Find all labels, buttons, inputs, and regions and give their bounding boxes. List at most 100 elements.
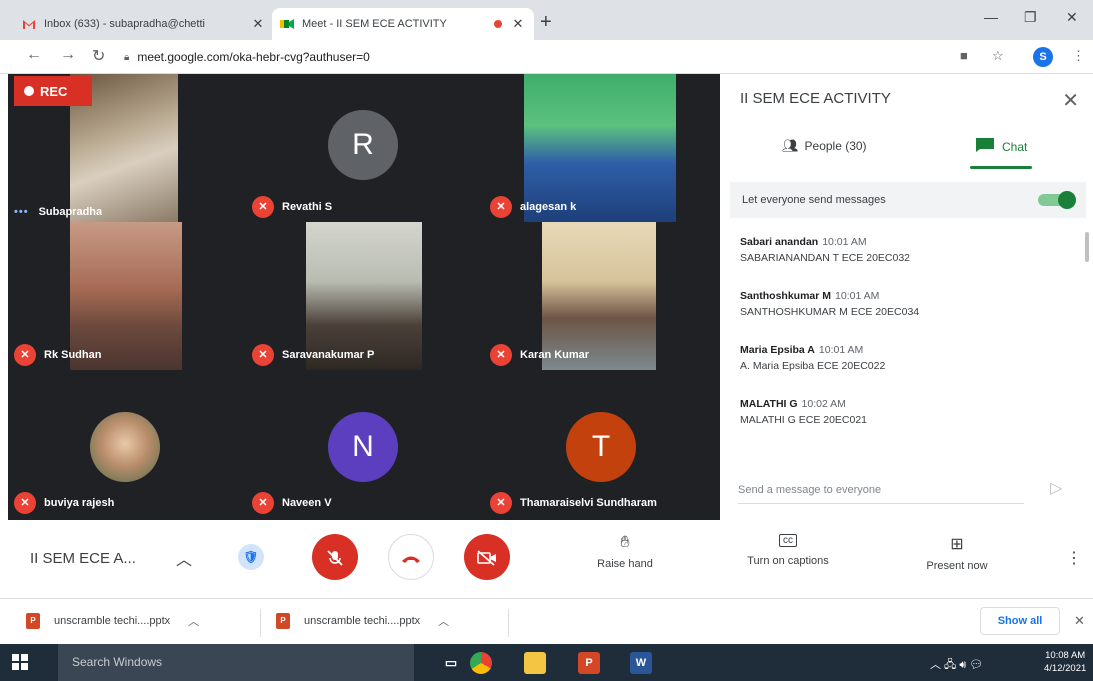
task-view-icon[interactable]: ▭: [440, 652, 462, 674]
download-filename: unscramble techi....pptx: [54, 615, 171, 627]
chat-message: MALATHI G 10:02 AM MALATHI G ECE 20EC021: [740, 396, 1070, 428]
close-downloads-icon[interactable]: ✕: [1074, 613, 1085, 629]
forward-icon[interactable]: →: [60, 46, 76, 64]
url-text: meet.google.com/oka-hebr-cvg?authuser=0: [137, 50, 370, 64]
send-permission-label: Let everyone send messages: [742, 194, 886, 206]
leave-call-button[interactable]: [388, 534, 434, 580]
message-time: 10:01 AM: [818, 344, 864, 356]
participant-tile[interactable]: ✕ Karan Kumar: [484, 222, 720, 370]
minimize-icon[interactable]: —: [984, 9, 998, 25]
download-item[interactable]: P unscramble techi....pptx ︿: [276, 613, 449, 629]
profile-avatar[interactable]: S: [1033, 47, 1053, 67]
clock-time: 10:08 AM: [1045, 650, 1086, 661]
close-tab-icon[interactable]: ✕: [510, 16, 526, 32]
powerpoint-file-icon: P: [26, 613, 40, 629]
video-grid: ••• Subapradha R ✕ Revathi S ✕ alagesan …: [8, 74, 720, 520]
participant-label: ✕ alagesan k: [490, 196, 576, 218]
participant-tile[interactable]: T ✕ Thamaraiselvi Sundharam: [484, 370, 720, 518]
chat-scrollbar[interactable]: [1085, 232, 1089, 262]
new-tab-button[interactable]: +: [540, 11, 552, 34]
chevron-up-icon[interactable]: ︿: [188, 613, 199, 629]
chat-icon: [976, 138, 994, 155]
participant-label: ✕ Karan Kumar: [490, 344, 589, 366]
url-bar[interactable]: 🔒︎ meet.google.com/oka-hebr-cvg?authuser…: [124, 44, 924, 70]
chrome-icon[interactable]: [470, 652, 492, 674]
participant-avatar: R: [328, 110, 398, 180]
chat-message: Maria Epsiba A 10:01 AM A. Maria Epsiba E…: [740, 342, 1070, 374]
participant-label: ••• Subapradha: [14, 206, 102, 218]
powerpoint-file-icon: P: [276, 613, 290, 629]
present-now-button[interactable]: ⊞ Present now: [912, 534, 1002, 572]
lock-icon: 🔒︎: [124, 51, 130, 63]
send-permission-row: Let everyone send messages: [730, 182, 1086, 218]
message-time: 10:01 AM: [822, 236, 867, 248]
recording-icon: [494, 20, 502, 28]
participant-name: alagesan k: [520, 201, 577, 213]
chevron-up-icon[interactable]: ︿: [438, 613, 449, 629]
taskbar-clock[interactable]: 10:08 AM 4/12/2021: [1044, 649, 1086, 675]
message-sender: Sabari anandan: [740, 236, 819, 248]
message-text: MALATHI G ECE 20EC021: [740, 414, 868, 426]
close-panel-icon[interactable]: ✕: [1062, 88, 1079, 113]
panel-title: II SEM ECE ACTIVITY: [740, 90, 891, 107]
meeting-controls: II SEM ECE A... ︿ 🛡︎ ✋︎ Raise hand cc Tu…: [0, 520, 1093, 596]
more-options-icon[interactable]: ⋮: [1066, 548, 1082, 568]
chevron-up-icon[interactable]: ︿: [176, 546, 192, 570]
present-label: Present now: [926, 560, 988, 572]
meeting-details-button[interactable]: II SEM ECE A...: [30, 550, 136, 567]
participant-tile[interactable]: ✕ Saravanakumar P: [246, 222, 482, 370]
clock-date: 4/12/2021: [1044, 663, 1087, 674]
mic-off-icon: ✕: [14, 344, 36, 366]
show-all-downloads-button[interactable]: Show all: [980, 607, 1060, 635]
send-icon[interactable]: ▷: [1050, 478, 1062, 498]
participant-tile[interactable]: ✕ Rk Sudhan: [8, 222, 244, 370]
close-window-icon[interactable]: ✕: [1066, 9, 1078, 26]
participant-name: Karan Kumar: [520, 349, 590, 361]
tab-chat[interactable]: Chat: [976, 138, 1027, 155]
reload-icon[interactable]: ↻: [92, 46, 105, 66]
windows-start-icon[interactable]: [12, 654, 28, 670]
mic-off-icon: ✕: [252, 196, 274, 218]
file-explorer-icon[interactable]: [524, 652, 546, 674]
download-item[interactable]: P unscramble techi....pptx ︿: [26, 613, 199, 629]
host-controls-shield-icon[interactable]: 🛡︎: [238, 544, 264, 570]
address-bar-row: ← → ↻ 🔒︎ meet.google.com/oka-hebr-cvg?au…: [0, 40, 1093, 74]
captions-button[interactable]: cc Turn on captions: [728, 534, 848, 567]
message-text: SANTHOSHKUMAR M ECE 20EC034: [740, 306, 920, 318]
close-tab-icon[interactable]: ✕: [250, 16, 266, 32]
system-tray[interactable]: ︿ 🖧︎ 🔊︎ 💬︎: [930, 656, 983, 675]
participant-name: Revathi S: [282, 201, 333, 213]
participant-label: ✕ Naveen V: [252, 492, 332, 514]
bookmark-star-icon[interactable]: ☆: [992, 48, 1004, 64]
tab-people-label: People (30): [804, 139, 867, 153]
raise-hand-button[interactable]: ✋︎ Raise hand: [590, 534, 660, 570]
mic-off-icon: ✕: [490, 492, 512, 514]
message-time: 10:01 AM: [835, 290, 880, 302]
browser-menu-icon[interactable]: ⋮: [1072, 48, 1085, 64]
message-sender: Maria Epsiba A: [740, 344, 815, 356]
camera-off-button[interactable]: [464, 534, 510, 580]
chat-message: Sabari anandan 10:01 AM SABARIANANDAN T E…: [740, 234, 1070, 266]
powerpoint-icon[interactable]: P: [578, 652, 600, 674]
camera-in-use-icon[interactable]: ■: [960, 48, 968, 63]
raise-hand-label: Raise hand: [597, 558, 653, 570]
chat-message-input[interactable]: Send a message to everyone: [738, 480, 1024, 504]
taskbar-search-box[interactable]: Search Windows: [58, 644, 414, 681]
tab-gmail[interactable]: Inbox (633) - subapradha@chetti ✕: [14, 8, 274, 40]
captions-icon: cc: [779, 534, 797, 547]
tab-people[interactable]: 👥︎ People (30): [782, 138, 867, 154]
tab-meet[interactable]: Meet - II SEM ECE ACTIVITY ✕: [272, 8, 534, 40]
participant-tile[interactable]: ✕ buviya rajesh: [8, 370, 244, 518]
participant-tile[interactable]: R ✕ Revathi S: [246, 74, 482, 222]
participant-tile[interactable]: ✕ alagesan k: [484, 74, 720, 222]
microphone-off-button[interactable]: [312, 534, 358, 580]
browser-tab-strip: Inbox (633) - subapradha@chetti ✕ Meet -…: [0, 0, 1093, 40]
restore-icon[interactable]: ❐: [1024, 9, 1037, 26]
message-sender: MALATHI G: [740, 398, 798, 410]
word-icon[interactable]: W: [630, 652, 652, 674]
participant-name: Naveen V: [282, 497, 332, 509]
back-icon[interactable]: ←: [26, 46, 42, 64]
divider: [260, 609, 261, 637]
send-permission-toggle[interactable]: [1038, 191, 1076, 209]
participant-tile[interactable]: N ✕ Naveen V: [246, 370, 482, 518]
